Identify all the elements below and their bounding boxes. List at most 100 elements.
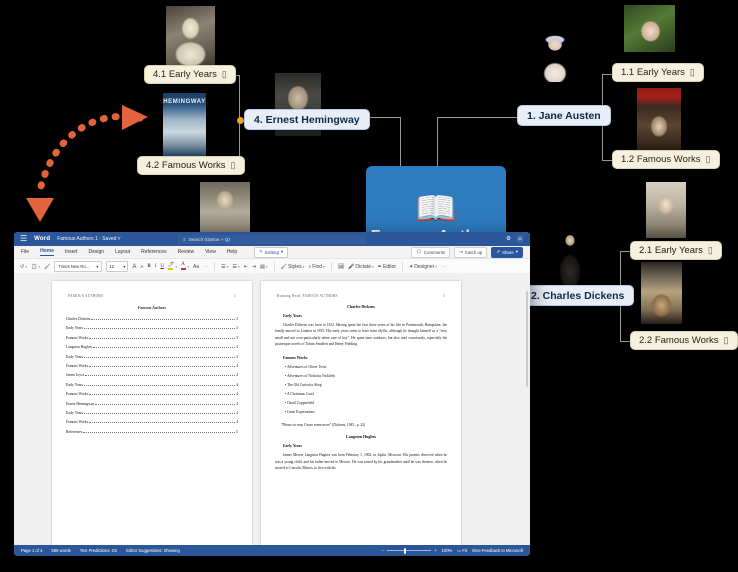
undo-button[interactable]: ↺ ▾ xyxy=(20,264,27,270)
numbering-button[interactable]: ☰ ▾ xyxy=(232,264,239,270)
zoom-knob[interactable] xyxy=(404,547,406,554)
subtopic-node-hemingway-early-years[interactable]: 4.1 Early Years ▯ xyxy=(144,65,236,84)
page-indicator[interactable]: Page 1 of 4 xyxy=(21,548,42,553)
font-more-button[interactable]: ··· xyxy=(203,264,208,270)
paste-button[interactable]: 📋 ▾ xyxy=(31,264,40,270)
word-count[interactable]: 588 words xyxy=(51,548,70,553)
thumbnail-austen-works[interactable] xyxy=(637,88,681,150)
document-canvas[interactable]: FAMOUS AUTHORS 1 Famous Authors Charles … xyxy=(14,273,530,545)
toc-entry[interactable]: Famous Works 3 xyxy=(66,335,238,340)
thumbnail-hemingway-early[interactable] xyxy=(166,6,215,68)
subtopic-node-dickens-famous-works[interactable]: 2.2 Famous Works ▯ xyxy=(630,331,738,350)
document-name[interactable]: Famous Authors 1 · Saved ˅ xyxy=(57,236,121,242)
catch-up-button[interactable]: ↝ Catch up xyxy=(454,246,488,258)
tab-view[interactable]: View xyxy=(205,249,216,256)
clear-formatting-button[interactable]: Aa xyxy=(193,264,199,270)
tab-file[interactable]: File xyxy=(21,249,29,256)
find-button[interactable]: ⌕ Find ▾ xyxy=(308,264,324,270)
toc-entry[interactable]: Early Years 4 xyxy=(66,410,238,415)
dictate-button[interactable]: 🎤 Dictate ▾ xyxy=(348,264,374,270)
document-page-1[interactable]: FAMOUS AUTHORS 1 Famous Authors Charles … xyxy=(52,281,252,545)
subtopic-node-austen-famous-works[interactable]: 1.2 Famous Works ▯ xyxy=(612,150,720,169)
toc-entry[interactable]: Famous Works 4 xyxy=(66,363,238,368)
designer-button[interactable]: ✦ Designer ▾ xyxy=(409,264,437,270)
font-size-select[interactable]: 12 ▾ xyxy=(106,261,129,272)
pictures-button[interactable]: 🖼 xyxy=(338,264,344,270)
attachment-icon[interactable]: ▯ xyxy=(708,245,713,256)
document-page-2[interactable]: Running Head: FAMOUS AUTHORS 3 Charles D… xyxy=(261,281,461,545)
ribbon-overflow-button[interactable]: ··· xyxy=(441,264,446,270)
fit-button[interactable]: ▭ Fit xyxy=(457,548,467,553)
zoom-in-button[interactable]: + xyxy=(434,548,436,553)
toc-entry[interactable]: Early Years 4 xyxy=(66,382,238,387)
attachment-icon[interactable]: ▯ xyxy=(724,335,729,346)
microsoft-word-window[interactable]: ☰ Word Famous Authors 1 · Saved ˅ ⌕ Sear… xyxy=(14,232,530,556)
tab-layout[interactable]: Layout xyxy=(115,249,130,256)
highlight-color-button[interactable]: 🖊 ▾ xyxy=(168,263,177,270)
shrink-font-button[interactable]: A xyxy=(140,264,143,269)
tab-design[interactable]: Design xyxy=(88,249,104,256)
zoom-out-button[interactable]: − xyxy=(382,548,384,553)
zoom-level[interactable]: 100% xyxy=(442,548,453,553)
editor-button[interactable]: ✒ Editor xyxy=(378,264,396,270)
page2-body[interactable]: Charles Dickens Early Years Charles Dick… xyxy=(275,304,447,472)
subtopic-node-austen-early-years[interactable]: 1.1 Early Years ▯ xyxy=(612,63,704,82)
zoom-slider[interactable]: − + xyxy=(382,547,437,554)
thumbnail-austen-early[interactable] xyxy=(624,5,675,52)
comments-button[interactable]: 🗨 Comments xyxy=(411,246,451,258)
toc-entry[interactable]: Famous Works 4 xyxy=(66,391,238,396)
tab-help[interactable]: Help xyxy=(227,249,237,256)
table-of-contents[interactable]: Charles Dickens 3 Early Years 3 Famous Wor… xyxy=(66,316,238,434)
tab-references[interactable]: References xyxy=(141,249,167,256)
font-name-select[interactable]: Times New Ro... ▾ xyxy=(54,261,103,272)
toc-entry[interactable]: Charles Dickens 3 xyxy=(66,316,238,321)
attachment-icon[interactable]: ▯ xyxy=(690,67,695,78)
gear-icon[interactable]: ⚙ xyxy=(506,236,511,242)
toc-entry[interactable]: Famous Works 4 xyxy=(66,419,238,424)
attachment-icon[interactable]: ▯ xyxy=(222,69,227,80)
branch-node-jane-austen[interactable]: 1. Jane Austen xyxy=(517,105,611,126)
editing-mode-button[interactable]: ✎ Editing ▾ xyxy=(254,246,289,258)
tab-home[interactable]: Home xyxy=(40,248,54,256)
tab-insert[interactable]: Insert xyxy=(65,249,78,256)
toc-entry[interactable]: Early Years 3 xyxy=(66,325,238,330)
bullets-button[interactable]: ☰ ▾ xyxy=(221,264,228,270)
toc-entry[interactable]: Early Years 3 xyxy=(66,354,238,359)
font-color-button[interactable]: A ▾ xyxy=(181,262,189,270)
feedback-link[interactable]: Give Feedback to Microsoft xyxy=(472,548,523,553)
subtopic-node-dickens-early-years[interactable]: 2.1 Early Years ▯ xyxy=(630,241,722,260)
bold-button[interactable]: B xyxy=(147,264,150,269)
toc-entry[interactable]: Langston Hughes 3 xyxy=(66,344,238,349)
thumbnail-dickens-portrait[interactable] xyxy=(550,230,590,288)
app-launcher-icon[interactable]: ☰ xyxy=(20,235,27,243)
decrease-indent-button[interactable]: ⇤ xyxy=(244,264,248,270)
branch-node-ernest-hemingway[interactable]: 4. Ernest Hemingway xyxy=(244,109,370,130)
toc-entry[interactable]: Ernest Hemingway 4 xyxy=(66,401,238,406)
vertical-scrollbar[interactable] xyxy=(525,291,528,387)
editor-suggestions-status[interactable]: Editor Suggestions: Showing xyxy=(126,548,180,553)
italic-button[interactable]: I xyxy=(155,264,157,269)
align-button[interactable]: ▤ ▾ xyxy=(260,264,268,270)
account-avatar-icon[interactable]: ☺ xyxy=(516,235,524,243)
search-input[interactable]: ⌕ Search (Option + Q) xyxy=(178,234,366,244)
toc-entry-page: 4 xyxy=(236,373,238,378)
increase-indent-button[interactable]: ⇥ xyxy=(252,264,256,270)
toc-entry[interactable]: James Joyce 4 xyxy=(66,372,238,377)
thumbnail-dickens-early[interactable] xyxy=(646,182,686,238)
zoom-track[interactable] xyxy=(387,547,432,554)
share-button[interactable]: ⇗ Share ▾ xyxy=(491,246,523,258)
format-painter-button[interactable]: 🖌 xyxy=(44,264,50,270)
branch-node-charles-dickens[interactable]: 2. Charles Dickens xyxy=(521,285,635,306)
styles-button[interactable]: 🖌 Styles ▾ xyxy=(281,264,305,270)
tab-review[interactable]: Review xyxy=(178,249,194,256)
attachment-icon[interactable]: ▯ xyxy=(706,154,711,165)
subtopic-node-hemingway-famous-works[interactable]: 4.2 Famous Works ▯ xyxy=(137,156,245,175)
text-predictions-status[interactable]: Text Predictions: On xyxy=(80,548,117,553)
toc-entry[interactable]: References 5 xyxy=(66,429,238,434)
underline-button[interactable]: U xyxy=(160,264,164,269)
thumbnail-austen-portrait[interactable] xyxy=(538,34,572,82)
ribbon-tab-bar[interactable]: File Home Insert Design Layout Reference… xyxy=(14,246,530,259)
grow-font-button[interactable]: A xyxy=(132,264,136,270)
attachment-icon[interactable]: ▯ xyxy=(231,160,236,171)
thumbnail-dickens-works[interactable] xyxy=(641,262,682,324)
